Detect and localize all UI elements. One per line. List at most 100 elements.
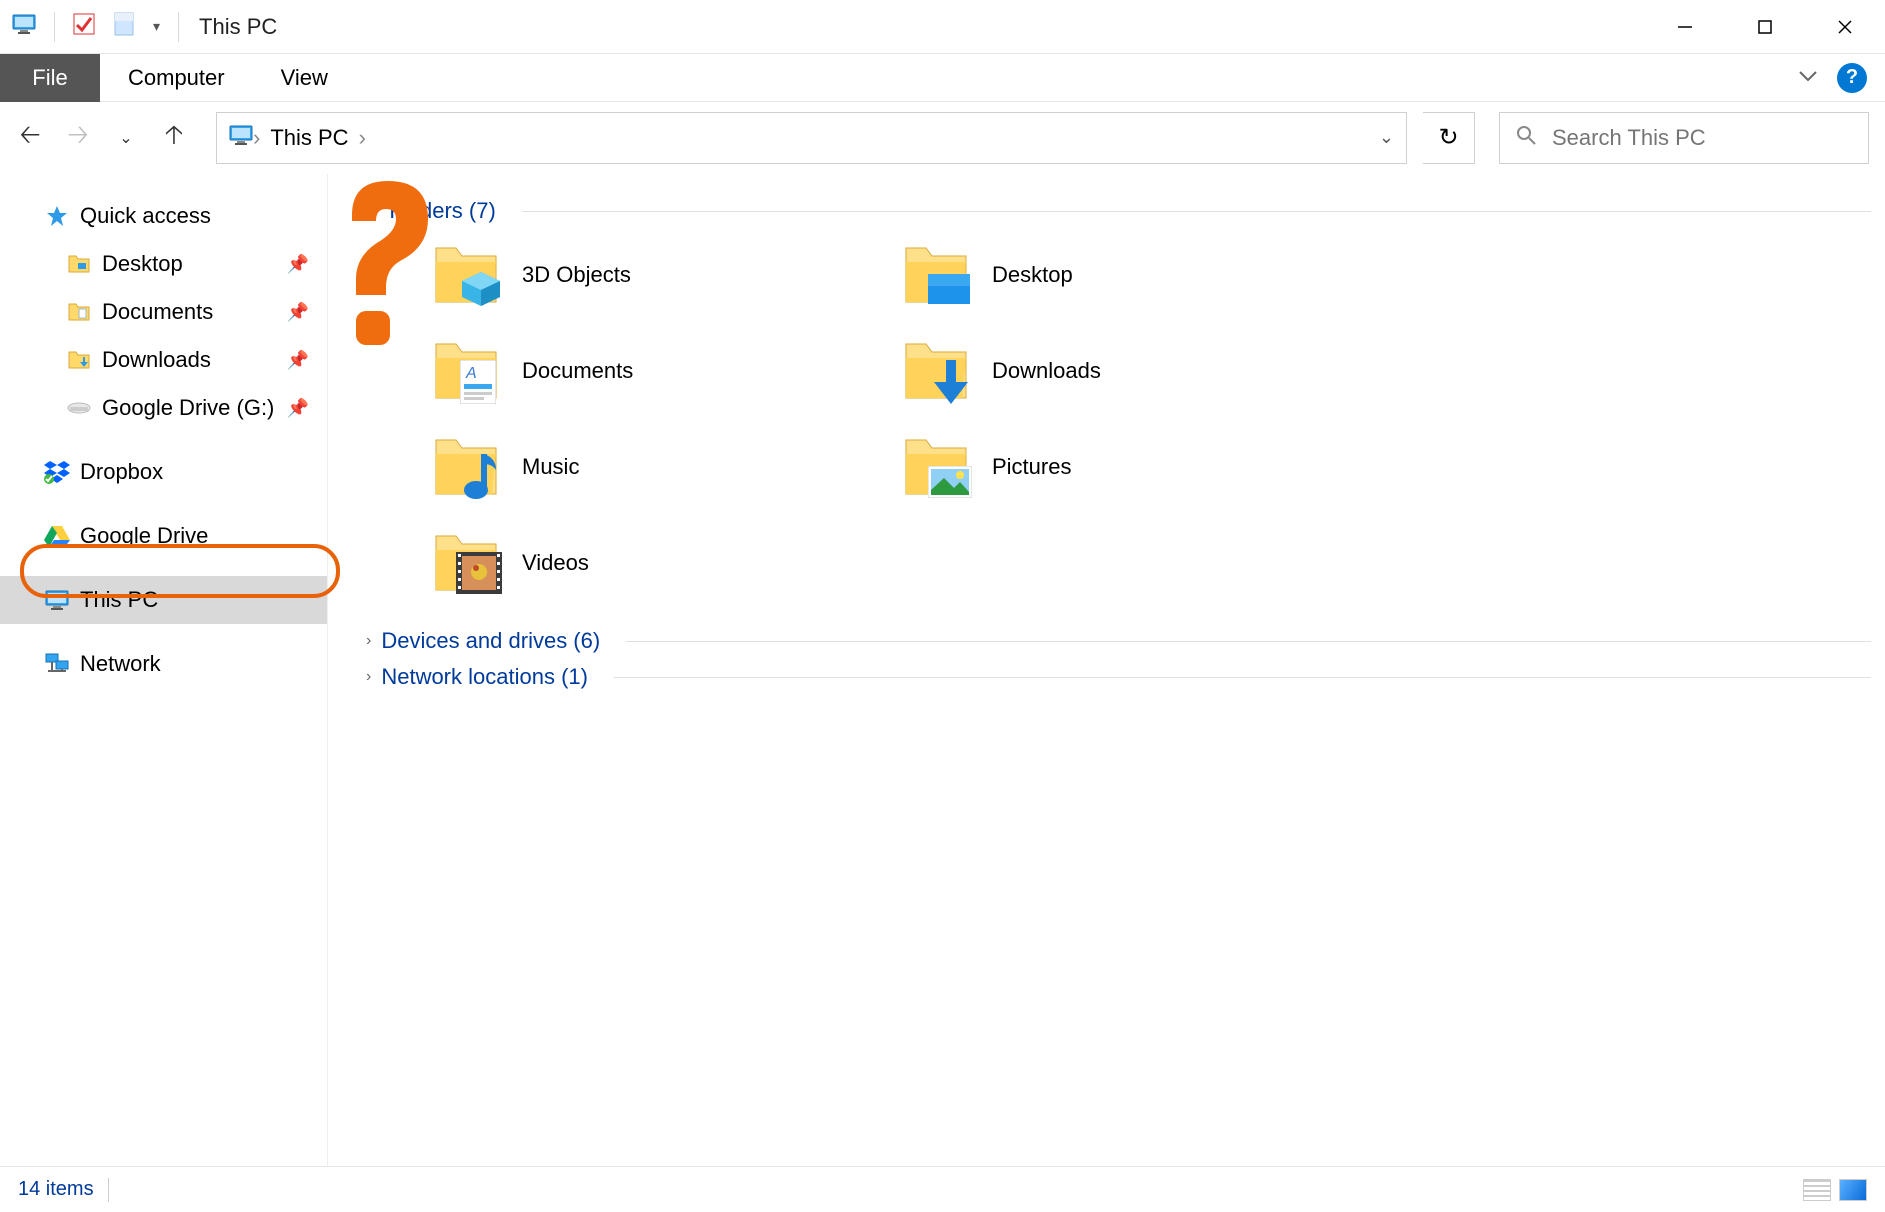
maximize-button[interactable] <box>1725 0 1805 54</box>
sidebar-item-label: Dropbox <box>80 459 163 485</box>
chevron-right-icon: › <box>366 668 371 686</box>
qat-customize-caret[interactable]: ▾ <box>153 18 160 35</box>
sidebar-item-label: Network <box>80 651 161 677</box>
drive-icon <box>66 395 92 421</box>
nav-up-button[interactable]: 🡡 <box>160 116 188 160</box>
folder-item-documents[interactable]: A Documents <box>432 340 892 402</box>
content-area: ⌄ Folders (7) 3D Objects <box>328 174 1885 1166</box>
title-bar: ▾ This PC <box>0 0 1885 54</box>
sidebar-item-label: Downloads <box>102 347 211 373</box>
folder-icon <box>432 244 500 306</box>
search-input[interactable] <box>1550 124 1852 152</box>
sidebar-item-label: Quick access <box>80 203 211 229</box>
sidebar-item-google-drive-g[interactable]: Google Drive (G:) 📌 <box>0 384 327 432</box>
folder-item-3d-objects[interactable]: 3D Objects <box>432 244 892 306</box>
sidebar-item-this-pc[interactable]: This PC <box>0 576 327 624</box>
quick-access-toolbar: ▾ <box>12 11 179 42</box>
sidebar-item-downloads[interactable]: Downloads 📌 <box>0 336 327 384</box>
refresh-button[interactable]: ↻ <box>1423 112 1475 164</box>
folder-item-music[interactable]: Music <box>432 436 892 498</box>
dropbox-icon <box>44 459 70 485</box>
sidebar-item-label: Desktop <box>102 251 183 277</box>
nav-back-button[interactable]: 🡠 <box>16 116 44 160</box>
pin-icon: 📌 <box>287 350 309 371</box>
divider <box>54 12 55 42</box>
nav-history-dropdown[interactable]: ⌄ <box>112 128 140 148</box>
help-button[interactable]: ? <box>1837 63 1867 93</box>
tab-computer[interactable]: Computer <box>100 54 253 102</box>
sidebar-item-label: Google Drive <box>80 523 208 549</box>
folder-icon <box>66 251 92 277</box>
sidebar-item-label: Google Drive (G:) <box>102 395 274 421</box>
svg-text:A: A <box>465 365 477 382</box>
ribbon-collapse-chevron-icon[interactable] <box>1797 66 1819 89</box>
pin-icon: 📌 <box>287 302 309 323</box>
folder-item-label: 3D Objects <box>522 262 631 288</box>
folder-item-downloads[interactable]: Downloads <box>902 340 1362 402</box>
navigation-row: 🡠 🡢 ⌄ 🡡 › This PC › ⌄ ↻ <box>0 102 1885 174</box>
sidebar-item-label: Documents <box>102 299 213 325</box>
sidebar-item-dropbox[interactable]: Dropbox <box>0 448 327 496</box>
window-title: This PC <box>199 14 277 40</box>
breadcrumb[interactable]: This PC <box>270 125 348 151</box>
sidebar-item-documents[interactable]: Documents 📌 <box>0 288 327 336</box>
ribbon: File Computer View ? <box>0 54 1885 102</box>
close-button[interactable] <box>1805 0 1885 54</box>
pin-icon: 📌 <box>287 254 309 275</box>
status-item-count: 14 items <box>18 1178 94 1201</box>
pin-icon: 📌 <box>287 398 309 419</box>
network-icon <box>44 651 70 677</box>
sidebar-item-label: This PC <box>80 587 158 613</box>
folder-icon <box>902 340 970 402</box>
google-drive-icon <box>44 523 70 549</box>
section-label: Devices and drives (6) <box>381 628 600 654</box>
section-devices-header[interactable]: › Devices and drives (6) <box>352 628 1885 654</box>
explorer-window: ▾ This PC File Computer View ? <box>0 0 1885 1212</box>
folder-item-label: Documents <box>522 358 633 384</box>
view-large-icons-button[interactable] <box>1839 1179 1867 1201</box>
folder-item-label: Videos <box>522 550 589 576</box>
folder-item-pictures[interactable]: Pictures <box>902 436 1362 498</box>
folder-icon <box>902 436 970 498</box>
tab-view[interactable]: View <box>253 54 356 102</box>
address-bar[interactable]: › This PC › ⌄ <box>216 112 1407 164</box>
pc-icon <box>44 587 70 613</box>
folder-item-desktop[interactable]: Desktop <box>902 244 1362 306</box>
sidebar-item-google-drive[interactable]: Google Drive <box>0 512 327 560</box>
folders-grid: 3D Objects Desktop A Documents <box>352 234 1885 622</box>
sidebar-quick-access[interactable]: Quick access <box>0 192 327 240</box>
folder-icon <box>66 347 92 373</box>
minimize-button[interactable] <box>1645 0 1725 54</box>
nav-buttons: 🡠 🡢 ⌄ 🡡 <box>16 116 188 160</box>
file-tab[interactable]: File <box>0 54 100 102</box>
folder-icon <box>432 436 500 498</box>
sidebar-item-network[interactable]: Network <box>0 640 327 688</box>
nav-forward-button[interactable]: 🡢 <box>64 116 92 160</box>
breadcrumb-separator-icon[interactable]: › <box>359 125 366 151</box>
breadcrumb-separator-icon[interactable]: › <box>253 125 260 151</box>
folder-icon <box>432 532 500 594</box>
section-network-locations-header[interactable]: › Network locations (1) <box>352 664 1885 690</box>
sidebar-item-desktop[interactable]: Desktop 📌 <box>0 240 327 288</box>
chevron-down-icon: ⌄ <box>366 201 379 221</box>
search-icon <box>1516 125 1536 151</box>
search-box[interactable] <box>1499 112 1869 164</box>
address-dropdown[interactable]: ⌄ <box>1379 127 1394 148</box>
pc-icon <box>12 14 36 39</box>
qat-properties-icon[interactable] <box>73 13 95 40</box>
star-icon <box>44 203 70 229</box>
folder-item-label: Desktop <box>992 262 1073 288</box>
section-label: Folders (7) <box>389 198 495 224</box>
view-details-button[interactable] <box>1803 1179 1831 1201</box>
status-bar: 14 items <box>0 1166 1885 1212</box>
folder-item-videos[interactable]: Videos <box>432 532 892 594</box>
qat-newfolder-icon[interactable] <box>113 11 135 42</box>
section-folders-header[interactable]: ⌄ Folders (7) <box>352 198 1885 224</box>
sidebar: Quick access Desktop 📌 Documents 📌 Downl… <box>0 174 328 1166</box>
window-controls <box>1645 0 1885 54</box>
folder-icon: A <box>432 340 500 402</box>
folder-item-label: Pictures <box>992 454 1071 480</box>
folder-icon <box>66 299 92 325</box>
folder-item-label: Music <box>522 454 579 480</box>
folder-item-label: Downloads <box>992 358 1101 384</box>
